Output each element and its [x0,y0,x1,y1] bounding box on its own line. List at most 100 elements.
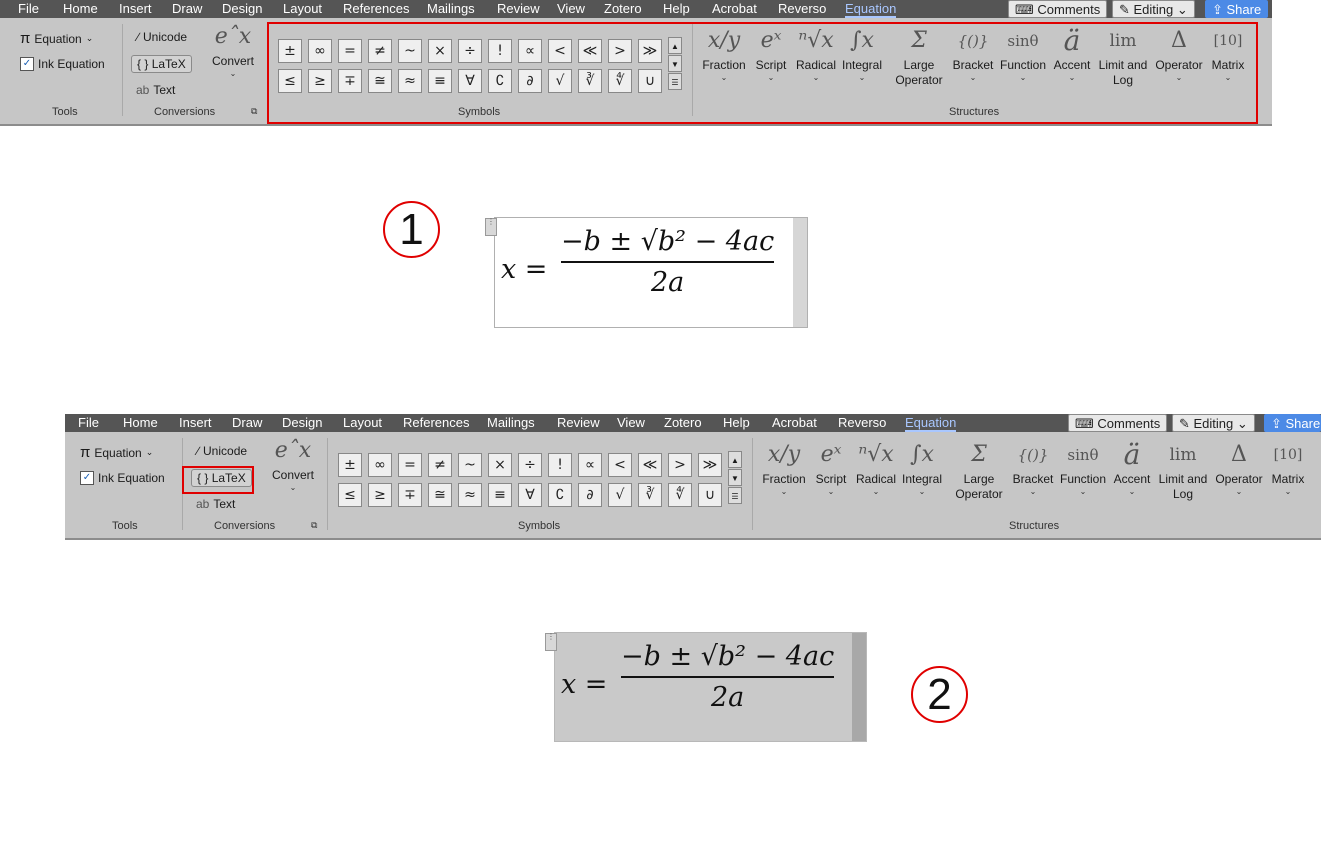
symbol-button[interactable]: ÷ [518,453,542,477]
tab-references[interactable]: References [343,1,409,16]
share-button[interactable]: ⇪ Share [1264,414,1321,432]
symbol-button[interactable]: ∓ [398,483,422,507]
tab-mailings[interactable]: Mailings [427,1,475,16]
symbol-button[interactable]: ≅ [428,483,452,507]
tab-equation[interactable]: Equation [845,1,897,18]
tab-file[interactable]: File [78,415,99,430]
convert-icon: eˆx [214,24,252,49]
tab-help[interactable]: Help [663,1,690,16]
tab-acrobat[interactable]: Acrobat [712,1,757,16]
unicode-button[interactable]: ∕ Unicode [197,444,247,458]
equation-handle-icon[interactable]: ⋮ [485,218,497,236]
text-button[interactable]: ab Text [136,83,175,97]
tab-review[interactable]: Review [557,415,600,430]
editing-button[interactable]: ✎ Editing ⌄ [1112,0,1195,18]
tab-mailings[interactable]: Mailings [487,415,535,430]
operator-button[interactable]: Δ Operator ⌄ [1211,438,1267,496]
symbol-button[interactable]: ∛ [638,483,662,507]
symbol-button[interactable]: ≫ [698,453,722,477]
symbol-button[interactable]: ∝ [578,453,602,477]
comments-button[interactable]: ⌨ Comments [1068,414,1168,432]
equation-box-1[interactable]: ⋮ x = −b ± √b² − 4ac 2a [485,217,808,328]
equation-scrollbar[interactable] [852,633,866,741]
tab-home[interactable]: Home [123,415,158,430]
symbol-button[interactable]: ≠ [428,453,452,477]
bracket-button[interactable]: {()} Bracket ⌄ [1005,438,1061,496]
symbol-button[interactable]: ∀ [518,483,542,507]
tab-draw[interactable]: Draw [232,415,262,430]
tab-view[interactable]: View [617,415,645,430]
tab-help[interactable]: Help [723,415,750,430]
tab-view[interactable]: View [557,1,585,16]
symbol-button[interactable]: ∞ [368,453,392,477]
convert-icon: eˆx [274,438,312,463]
symbol-button[interactable]: ∜ [668,483,692,507]
share-button[interactable]: ⇪ Share [1205,0,1269,18]
more-icon[interactable]: ☰ [728,487,742,504]
tab-equation[interactable]: Equation [905,415,957,432]
latex-button[interactable]: { } LaTeX [131,55,192,73]
tab-layout[interactable]: Layout [343,415,382,430]
symbol-button[interactable]: ~ [458,453,482,477]
tab-insert[interactable]: Insert [119,1,152,16]
function-button[interactable]: sinθ Function ⌄ [1055,438,1111,496]
symbol-button[interactable]: ≡ [488,483,512,507]
text-button[interactable]: ab Text [196,497,235,511]
unicode-label: Unicode [143,30,188,44]
tab-layout[interactable]: Layout [283,1,322,16]
fraction-bar [561,261,775,263]
tab-reverso[interactable]: Reverso [778,1,826,16]
equation-scrollbar[interactable] [793,218,807,327]
tab-insert[interactable]: Insert [179,415,212,430]
equation-denominator: 2a [710,682,745,713]
tab-review[interactable]: Review [497,1,540,16]
symbol-button[interactable]: × [488,453,512,477]
symbol-button[interactable]: > [668,453,692,477]
symbol-button[interactable]: = [398,453,422,477]
tab-file[interactable]: File [18,1,39,16]
equation-lhs: x = [501,254,548,285]
tab-draw[interactable]: Draw [172,1,202,16]
equation-handle-icon[interactable]: ⋮ [545,633,557,651]
equation-dropdown[interactable]: π Equation ⌄ [80,444,153,461]
symbol-button[interactable]: ∪ [698,483,722,507]
tab-acrobat[interactable]: Acrobat [772,415,817,430]
scroll-up-icon[interactable]: ▲ [728,451,742,468]
tab-references[interactable]: References [403,415,469,430]
convert-button[interactable]: eˆx Convert ⌄ [205,20,261,78]
chevron-down-icon: ⌄ [85,33,94,43]
symbol-button[interactable]: ∁ [548,483,572,507]
symbol-button[interactable]: ! [548,453,572,477]
tab-zotero[interactable]: Zotero [664,415,702,430]
convert-button[interactable]: eˆx Convert ⌄ [265,434,321,492]
editing-button[interactable]: ✎ Editing ⌄ [1172,414,1255,432]
symbol-button[interactable]: ∂ [578,483,602,507]
symbol-button[interactable]: ≈ [458,483,482,507]
accent-button[interactable]: ä Accent ⌄ [1104,438,1160,496]
tab-zotero[interactable]: Zotero [604,1,642,16]
equation-label: Equation [34,31,82,46]
tab-design[interactable]: Design [222,1,262,16]
ink-equation-button[interactable]: ✓ Ink Equation [20,57,105,71]
integral-button[interactable]: ∫x Integral ⌄ [894,438,950,496]
ink-equation-button[interactable]: ✓ Ink Equation [80,471,165,485]
symbol-button[interactable]: ≤ [338,483,362,507]
dialog-launcher-icon[interactable]: ⧉ [311,520,317,531]
tab-reverso[interactable]: Reverso [838,415,886,430]
dialog-launcher-icon[interactable]: ⧉ [251,106,257,117]
symbol-button[interactable]: ± [338,453,362,477]
symbol-button[interactable]: ≪ [638,453,662,477]
large-operator-button[interactable]: Σ Large Operator [951,438,1007,502]
equation-dropdown[interactable]: π Equation ⌄ [20,30,93,47]
scroll-down-icon[interactable]: ▼ [728,469,742,486]
symbol-button[interactable]: < [608,453,632,477]
matrix-button[interactable]: [10] Matrix ⌄ [1260,438,1316,496]
unicode-button[interactable]: ∕ Unicode [137,30,187,44]
symbol-button[interactable]: ≥ [368,483,392,507]
comments-button[interactable]: ⌨ Comments [1008,0,1108,18]
tab-home[interactable]: Home [63,1,98,16]
equation-box-2-selected[interactable]: ⋮ x = −b ± √b² − 4ac 2a [545,632,867,742]
symbol-button[interactable]: √ [608,483,632,507]
limit-and-log-button[interactable]: lim Limit and Log [1155,438,1211,502]
tab-design[interactable]: Design [282,415,322,430]
